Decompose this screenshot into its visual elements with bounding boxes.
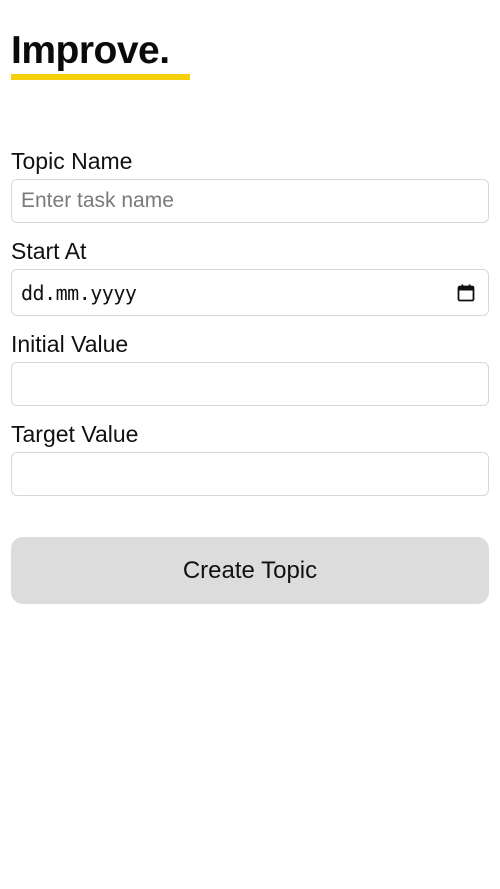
topic-name-group: Topic Name Enter task name: [11, 146, 489, 223]
start-at-group: Start At dd.mm.yyyy: [11, 236, 489, 316]
target-value-label: Target Value: [11, 421, 139, 447]
start-at-label: Start At: [11, 238, 87, 264]
start-at-date-value: dd.mm.yyyy: [21, 280, 137, 305]
initial-value-input[interactable]: [11, 362, 489, 406]
initial-value-group: Initial Value: [11, 329, 489, 406]
brand-header: Improve.: [11, 28, 190, 80]
create-topic-button[interactable]: Create Topic: [11, 537, 489, 604]
brand-underline: [11, 74, 190, 80]
target-value-input[interactable]: [11, 452, 489, 496]
target-value-group: Target Value: [11, 419, 489, 496]
start-at-date-input[interactable]: dd.mm.yyyy: [11, 269, 489, 316]
brand-title: Improve.: [11, 29, 170, 72]
topic-name-input[interactable]: Enter task name: [11, 179, 489, 223]
initial-value-label: Initial Value: [11, 331, 129, 357]
calendar-icon[interactable]: [456, 283, 476, 303]
topic-name-placeholder: Enter task name: [21, 189, 174, 212]
create-topic-form: Topic Name Enter task name Start At dd.m…: [11, 146, 489, 604]
topic-name-label: Topic Name: [11, 148, 133, 174]
